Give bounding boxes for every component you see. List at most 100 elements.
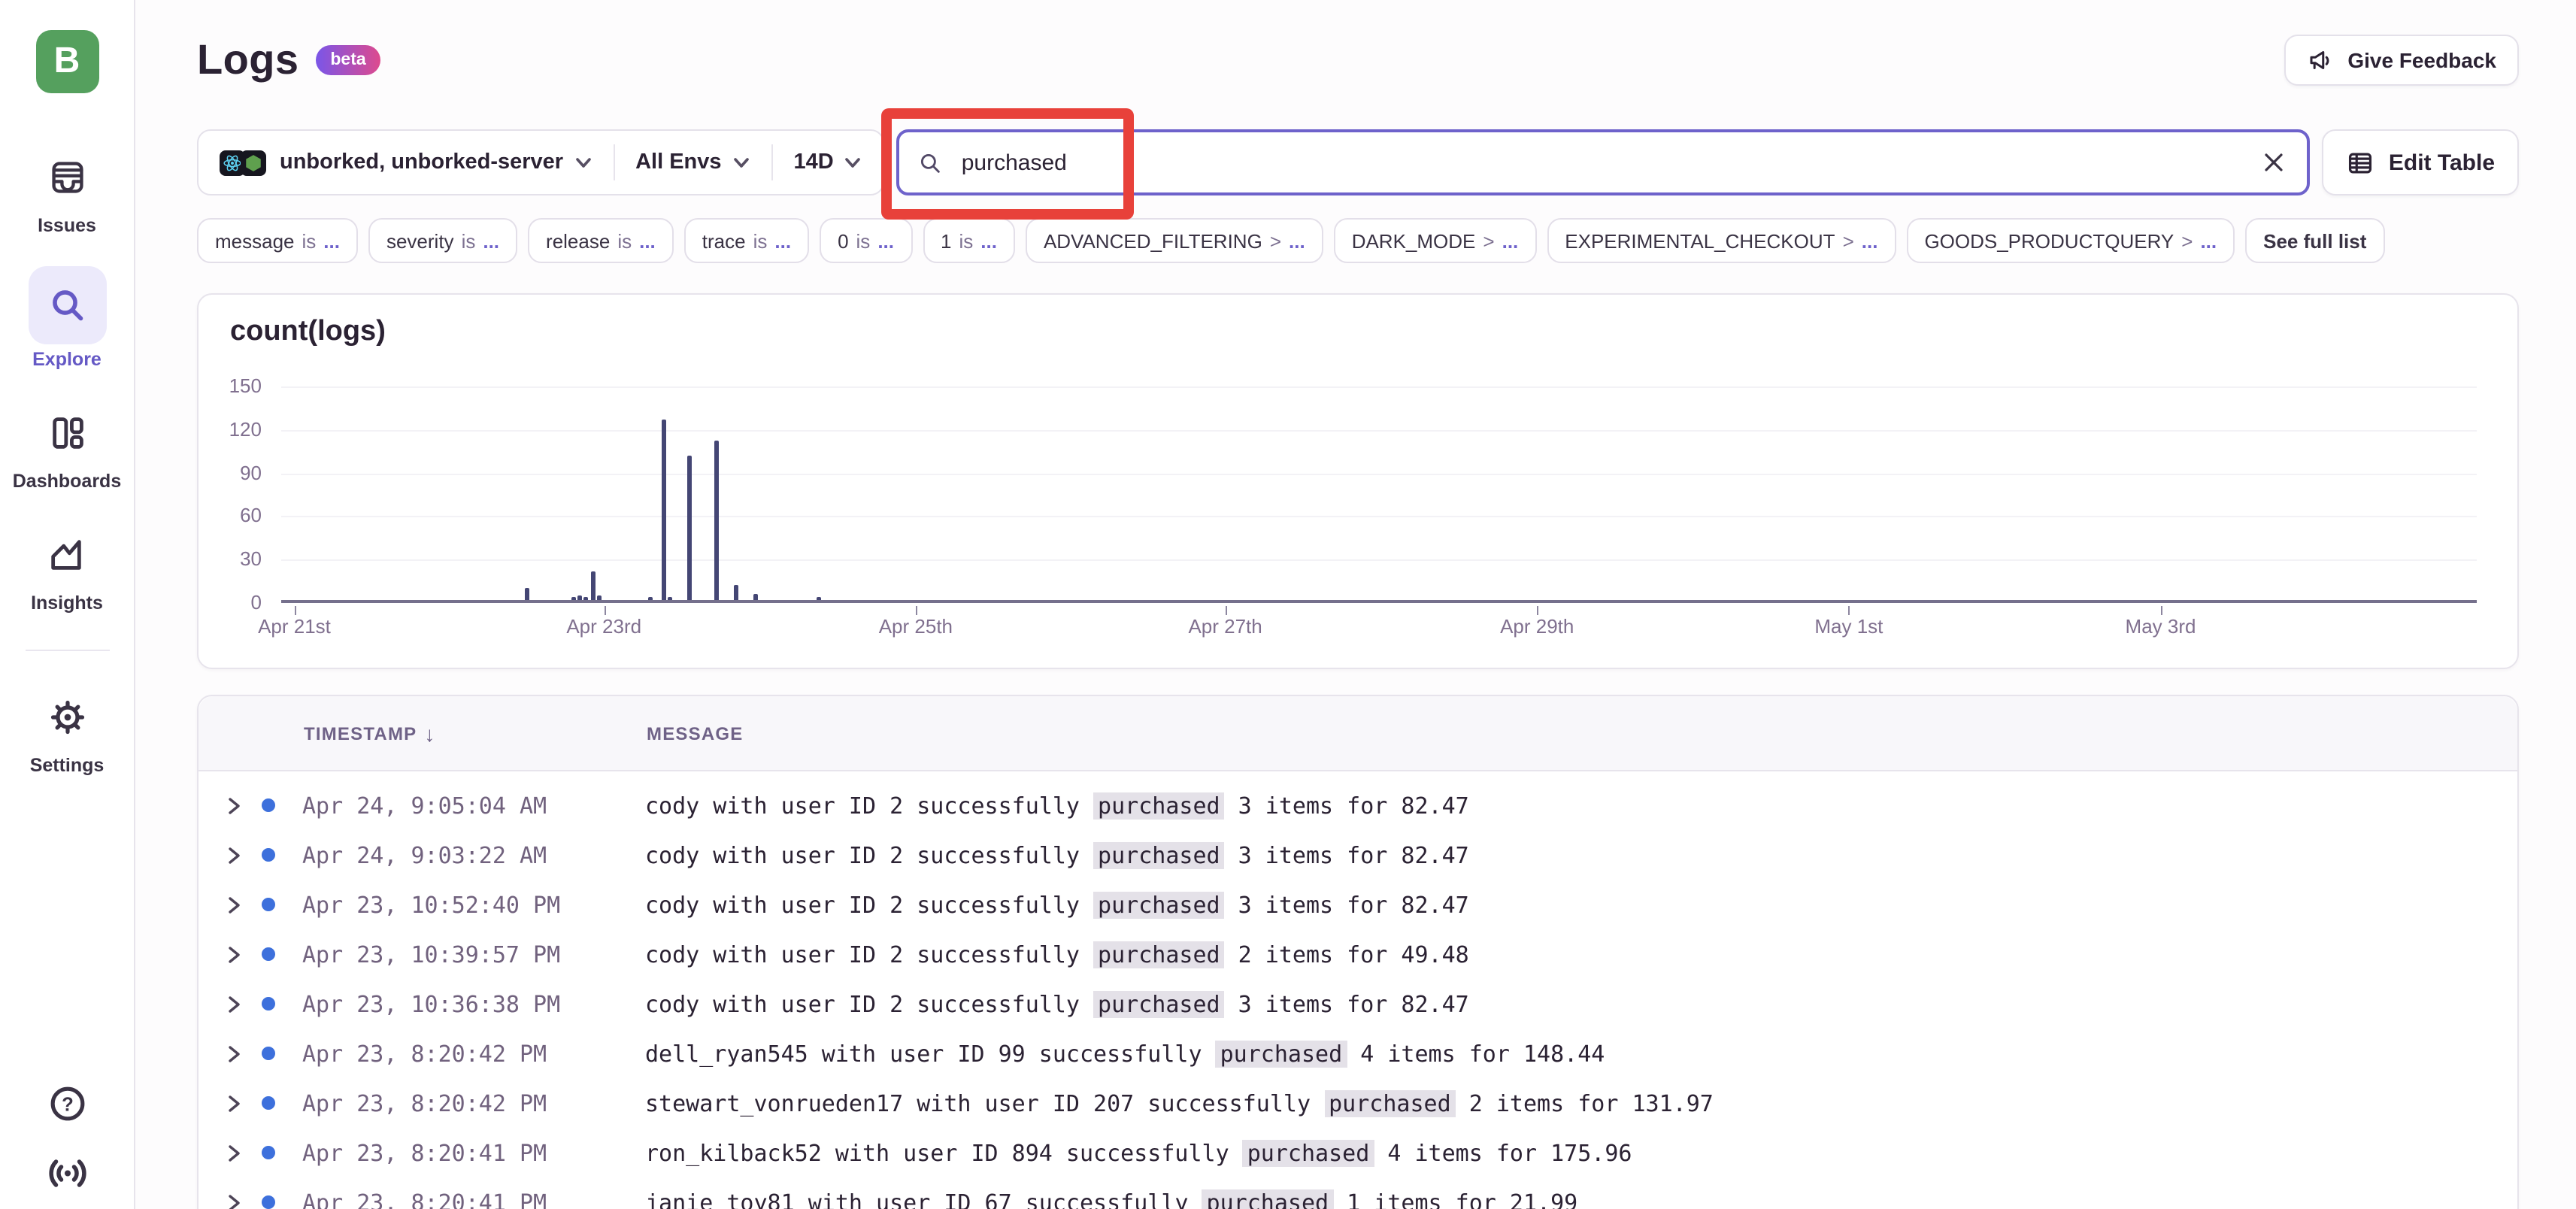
log-table-row[interactable]: Apr 24, 9:05:04 AMcody with user ID 2 su… <box>199 780 2517 830</box>
log-timestamp: Apr 23, 10:36:38 PM <box>302 990 645 1017</box>
log-message: cody with user ID 2 successfully purchas… <box>645 941 1469 968</box>
filter-chip[interactable]: GOODS_PRODUCTQUERY>... <box>1906 218 2235 263</box>
date-range-selector[interactable]: 14D <box>773 131 883 194</box>
search-match-highlight: purchased <box>1093 841 1225 868</box>
log-table-row[interactable]: Apr 23, 10:36:38 PMcody with user ID 2 s… <box>199 979 2517 1029</box>
filter-chip-value: ... <box>774 229 791 252</box>
expand-row-chevron-icon[interactable] <box>226 993 247 1014</box>
filter-chip[interactable]: 1is... <box>923 218 1015 263</box>
filter-chip[interactable]: ADVANCED_FILTERING>... <box>1026 218 1323 263</box>
log-table-row[interactable]: Apr 24, 9:03:22 AMcody with user ID 2 su… <box>199 830 2517 880</box>
gridline <box>281 559 2477 561</box>
log-message: dell_ryan545 with user ID 99 successfull… <box>645 1040 1605 1067</box>
filter-chip[interactable]: releaseis... <box>528 218 674 263</box>
log-message-text: 3 items for 82.47 <box>1225 792 1469 819</box>
chart-bar <box>525 589 529 600</box>
x-axis-tick-label: Apr 25th <box>879 615 953 638</box>
expand-row-chevron-icon[interactable] <box>226 1092 247 1114</box>
node-platform-icon <box>241 150 266 175</box>
sidebar-item-issues[interactable]: Issues <box>34 144 100 236</box>
expand-row-chevron-icon[interactable] <box>226 944 247 965</box>
x-axis-tick <box>916 606 917 615</box>
sidebar-item-settings[interactable]: Settings <box>30 684 105 776</box>
log-message-text: ron_kilback52 with user ID 894 successfu… <box>645 1139 1243 1166</box>
filter-chip-value: ... <box>1289 229 1305 252</box>
filter-chip[interactable]: messageis... <box>197 218 358 263</box>
log-message-text: 2 items for 49.48 <box>1225 941 1469 968</box>
filter-chip-value: ... <box>323 229 340 252</box>
log-table-row[interactable]: Apr 23, 10:52:40 PMcody with user ID 2 s… <box>199 880 2517 929</box>
chart-bar <box>661 420 665 600</box>
log-table-row[interactable]: Apr 23, 8:20:41 PMron_kilback52 with use… <box>199 1128 2517 1177</box>
expand-row-chevron-icon[interactable] <box>226 795 247 816</box>
sidebar-item-label: Settings <box>30 755 105 776</box>
whats-new-broadcast-icon[interactable] <box>44 1149 89 1194</box>
sidebar-item-insights[interactable]: Insights <box>31 522 103 614</box>
log-count-chart: count(logs) 0306090120150 Apr 21stApr 23… <box>197 293 2519 669</box>
filter-chip[interactable]: EXPERIMENTAL_CHECKOUT>... <box>1547 218 1896 263</box>
give-feedback-button[interactable]: Give Feedback <box>2284 35 2519 86</box>
expand-row-chevron-icon[interactable] <box>226 1142 247 1163</box>
filter-chip-key: EXPERIMENTAL_CHECKOUT <box>1565 229 1835 252</box>
edit-table-button[interactable]: Edit Table <box>2323 129 2519 195</box>
expand-row-chevron-icon[interactable] <box>226 894 247 915</box>
log-timestamp: Apr 23, 10:52:40 PM <box>302 891 645 918</box>
filter-chip-operator: is <box>462 229 476 252</box>
filter-chip-operator: is <box>302 229 317 252</box>
expand-row-chevron-icon[interactable] <box>226 1043 247 1064</box>
megaphone-icon <box>2307 47 2334 74</box>
severity-dot <box>262 898 275 911</box>
table-icon <box>2347 148 2375 177</box>
x-axis-tick <box>295 606 296 615</box>
see-full-list-button[interactable]: See full list <box>2245 218 2384 263</box>
chart-bar <box>734 586 738 600</box>
log-message: ron_kilback52 with user ID 894 successfu… <box>645 1139 1632 1166</box>
search-input[interactable] <box>959 148 2262 177</box>
x-axis-tick <box>1537 606 1538 615</box>
sidebar-item-dashboards[interactable]: Dashboards <box>13 400 122 492</box>
filter-chip-key: trace <box>702 229 746 252</box>
log-table-row[interactable]: Apr 23, 8:20:42 PMdell_ryan545 with user… <box>199 1029 2517 1078</box>
log-table-row[interactable]: Apr 23, 10:39:57 PMcody with user ID 2 s… <box>199 929 2517 979</box>
filter-chip[interactable]: severityis... <box>368 218 517 263</box>
severity-dot <box>262 798 275 812</box>
clear-search-icon[interactable] <box>2262 150 2287 174</box>
column-header-timestamp[interactable]: TIMESTAMP ↓ <box>304 721 647 745</box>
x-axis-tick-label: Apr 27th <box>1188 615 1262 638</box>
filter-chip-value: ... <box>877 229 894 252</box>
main-content: Logs beta Give Feedback <box>135 0 2576 1209</box>
app-window: B Issues Explore <box>0 0 2576 1209</box>
filter-controls: unborked, unborked-server All Envs 14D <box>197 129 2519 195</box>
project-selector[interactable]: unborked, unborked-server <box>199 131 613 194</box>
expand-row-chevron-icon[interactable] <box>226 844 247 865</box>
org-avatar[interactable]: B <box>35 30 98 93</box>
filter-chips-row: messageis...severityis...releaseis...tra… <box>197 218 2576 263</box>
filter-chip[interactable]: DARK_MODE>... <box>1334 218 1537 263</box>
gridline <box>281 517 2477 518</box>
environment-selector[interactable]: All Envs <box>614 131 771 194</box>
y-axis-tick-label: 0 <box>202 591 262 614</box>
search-match-highlight: purchased <box>1093 891 1225 918</box>
gridline <box>281 430 2477 432</box>
severity-dot <box>262 997 275 1011</box>
chart-bar <box>584 597 589 600</box>
help-button[interactable]: ? <box>46 1083 88 1125</box>
log-timestamp: Apr 23, 8:20:41 PM <box>302 1189 645 1209</box>
severity-dot <box>262 947 275 961</box>
log-timestamp: Apr 23, 8:20:41 PM <box>302 1139 645 1166</box>
log-table-row[interactable]: Apr 23, 8:20:42 PMstewart_vonrueden17 wi… <box>199 1078 2517 1128</box>
chart-plot-area[interactable] <box>281 386 2477 603</box>
page-title: Logs <box>197 36 299 84</box>
sidebar-item-explore[interactable]: Explore <box>28 266 106 370</box>
expand-row-chevron-icon[interactable] <box>226 1192 247 1209</box>
log-message-text: stewart_vonrueden17 with user ID 207 suc… <box>645 1089 1324 1117</box>
logs-table-header: TIMESTAMP ↓ MESSAGE <box>199 696 2517 771</box>
sidebar-item-label: Insights <box>31 592 103 614</box>
filter-chip[interactable]: traceis... <box>684 218 809 263</box>
severity-dot <box>262 1096 275 1110</box>
x-axis-tick <box>2161 606 2162 615</box>
column-header-message[interactable]: MESSAGE <box>647 723 743 744</box>
log-table-row[interactable]: Apr 23, 8:20:41 PMjanie_toy81 with user … <box>199 1177 2517 1209</box>
filter-chip[interactable]: 0is... <box>820 218 912 263</box>
search-match-highlight: purchased <box>1093 990 1225 1017</box>
